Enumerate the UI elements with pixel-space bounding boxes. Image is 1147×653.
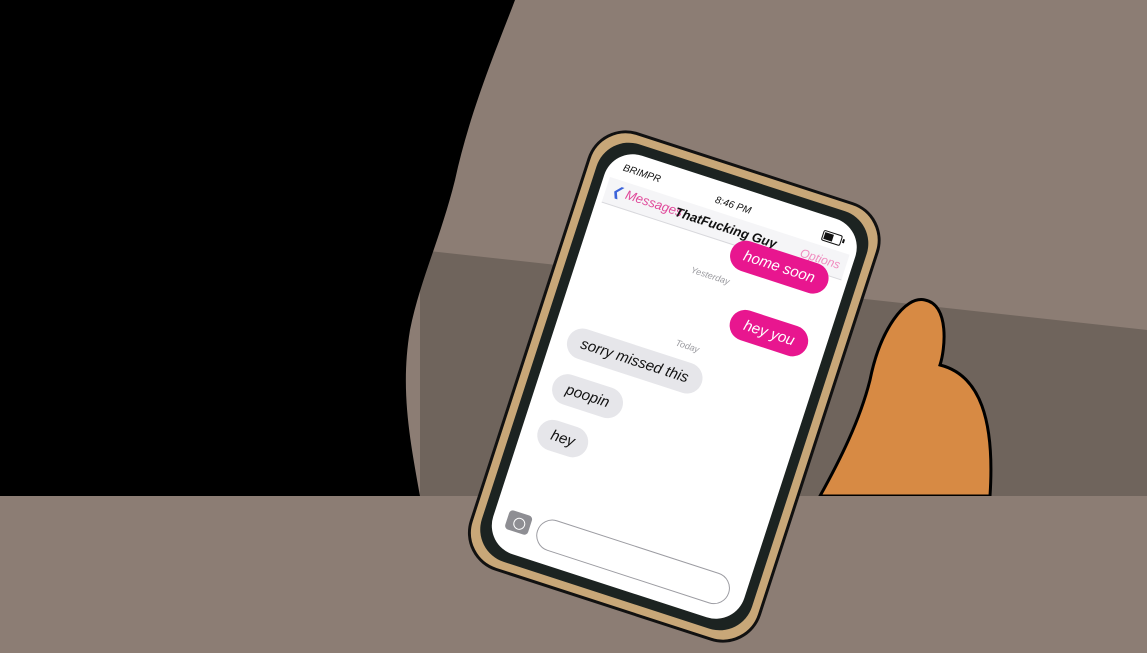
camera-icon[interactable] (504, 509, 534, 536)
illustration-scene: BRIMPR 8:46 PM ❮ Messages ThatFucking Gu… (0, 0, 1147, 653)
battery-icon (820, 229, 844, 247)
message-bubble-outgoing: hey you (726, 306, 813, 361)
message-bubble-incoming: poopin (548, 370, 628, 423)
message-thread[interactable]: home soon Yesterday hey you Today sorry … (512, 205, 837, 567)
message-bubble-incoming: hey (533, 415, 593, 462)
